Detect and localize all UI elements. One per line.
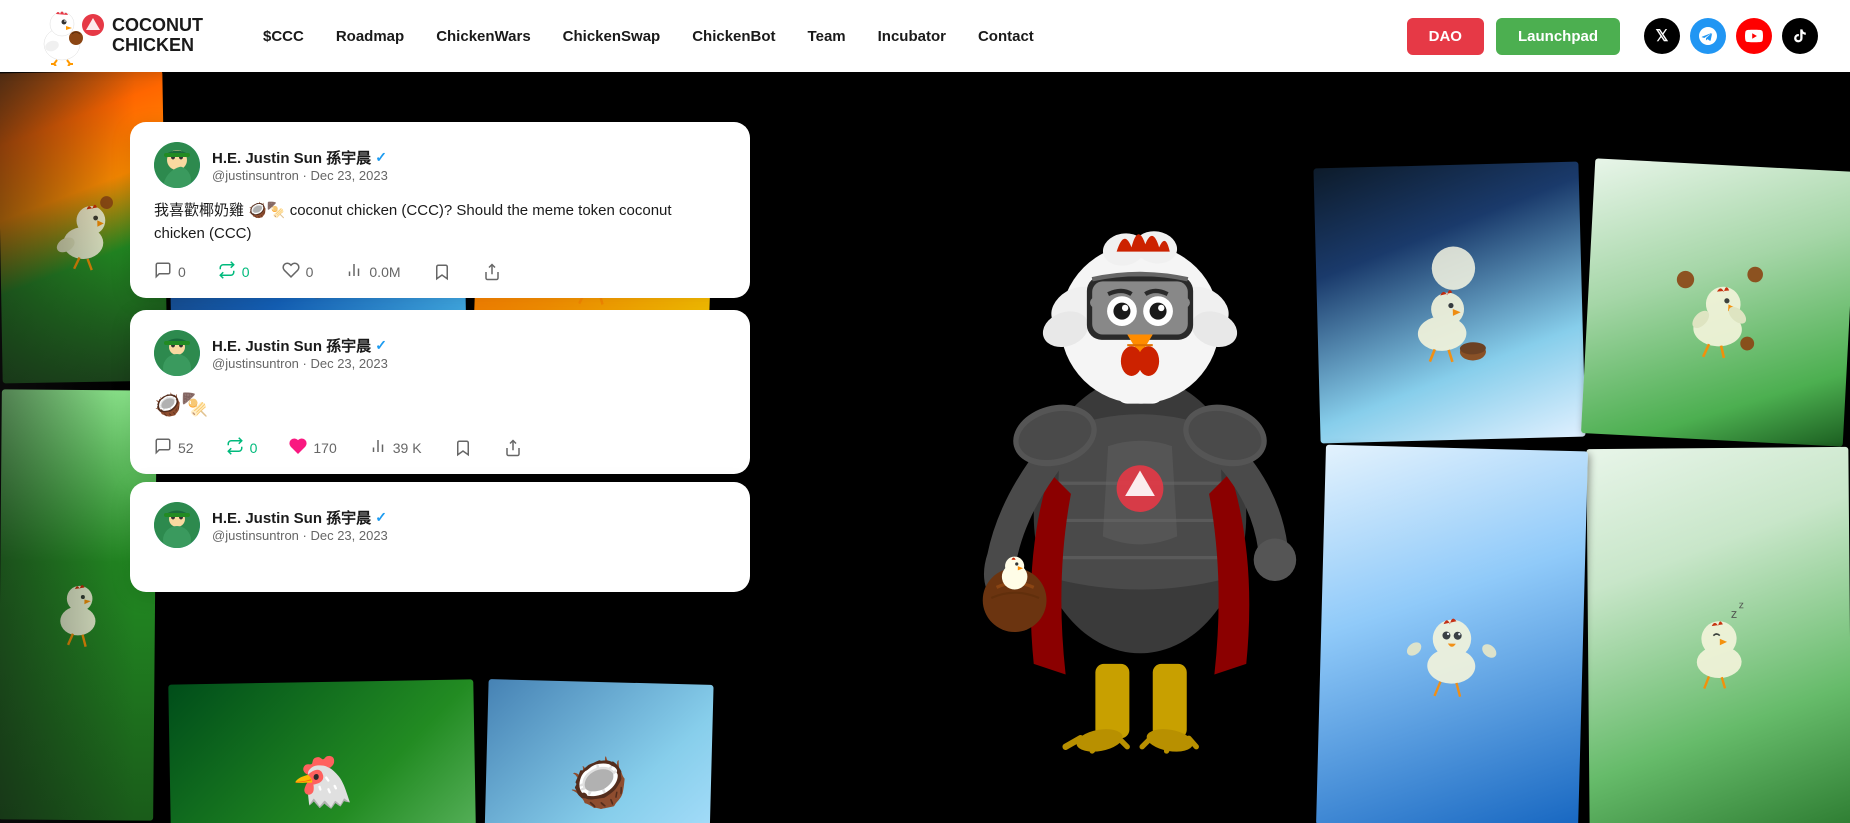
tweet-content-2: 🥥🍢	[154, 388, 726, 421]
bookmark-icon-1	[433, 263, 451, 281]
tweet-action-retweet-1[interactable]: 0	[218, 261, 250, 282]
verified-badge-2: ✓	[375, 337, 387, 354]
navbar: COCONUT CHICKEN $CCC Roadmap ChickenWars…	[0, 0, 1850, 72]
tweet-avatar-3	[154, 502, 200, 548]
tiktok-icon[interactable]	[1782, 18, 1818, 54]
verified-badge-1: ✓	[375, 149, 387, 166]
share-icon-2	[504, 439, 522, 457]
bg-photo-right1	[1313, 162, 1585, 444]
tweet-action-comment-1[interactable]: 0	[154, 261, 186, 282]
bg-photo-mid-bottom1: 🐔	[168, 679, 476, 823]
svg-text:z: z	[1739, 600, 1744, 611]
tweet-action-bookmark-2[interactable]	[454, 439, 472, 457]
nav-chickenswap[interactable]: ChickenSwap	[563, 28, 661, 45]
tweet-name-2: H.E. Justin Sun 孫宇晨 ✓	[212, 335, 726, 356]
heart-icon-2	[289, 437, 307, 458]
tweet-action-like-2[interactable]: 170	[289, 437, 336, 458]
tweet-action-comment-2[interactable]: 52	[154, 437, 194, 458]
nav-incubator[interactable]: Incubator	[878, 28, 946, 45]
tweet-content-1: 我喜歡椰奶雞 🥥🍢 coconut chicken (CCC)? Should …	[154, 200, 726, 245]
share-icon-1	[483, 263, 501, 281]
nav-links: $CCC Roadmap ChickenWars ChickenSwap Chi…	[263, 28, 1407, 45]
heart-icon-1	[282, 261, 300, 282]
bg-photo-right3: z z	[1586, 447, 1850, 823]
tweet-header-1: H.E. Justin Sun 孫宇晨 ✓ @justinsuntron · D…	[154, 142, 726, 188]
comment-icon-2	[154, 437, 172, 458]
tweet-action-retweet-2[interactable]: 0	[226, 437, 258, 458]
nav-roadmap[interactable]: Roadmap	[336, 28, 404, 45]
tweet-action-views-2[interactable]: 39 K	[369, 437, 422, 458]
nav-team[interactable]: Team	[808, 28, 846, 45]
twitter-x-icon[interactable]: 𝕏	[1644, 18, 1680, 54]
nav-buttons: DAO Launchpad 𝕏	[1407, 18, 1818, 55]
retweet-icon-2	[226, 437, 244, 458]
nav-chickenwars[interactable]: ChickenWars	[436, 28, 530, 45]
tweet-actions-1: 0 0 0 0.0M	[154, 261, 726, 282]
tweet-meta-1: @justinsuntron · Dec 23, 2023	[212, 168, 726, 183]
tweet-name-3: H.E. Justin Sun 孫宇晨 ✓	[212, 507, 726, 528]
social-icons: 𝕏	[1644, 18, 1818, 54]
views-icon-2	[369, 437, 387, 458]
nav-contact[interactable]: Contact	[978, 28, 1034, 45]
bookmark-icon-2	[454, 439, 472, 457]
mascot-svg	[970, 152, 1310, 772]
tweet-meta-2: @justinsuntron · Dec 23, 2023	[212, 356, 726, 371]
tweet-avatar-1	[154, 142, 200, 188]
dao-button[interactable]: DAO	[1407, 18, 1484, 55]
youtube-icon[interactable]	[1736, 18, 1772, 54]
tweet-action-share-1[interactable]	[483, 263, 501, 281]
tweet-header-3: H.E. Justin Sun 孫宇晨 ✓ @justinsuntron · D…	[154, 502, 726, 548]
hero-section: 🐔 🥥	[0, 72, 1850, 823]
tweet-action-like-1[interactable]: 0	[282, 261, 314, 282]
verified-badge-3: ✓	[375, 509, 387, 526]
logo[interactable]: COCONUT CHICKEN	[32, 6, 203, 66]
retweet-icon-1	[218, 261, 236, 282]
center-mascot	[950, 122, 1330, 802]
tweet-card-3: H.E. Justin Sun 孫宇晨 ✓ @justinsuntron · D…	[130, 482, 750, 592]
tweet-header-2: H.E. Justin Sun 孫宇晨 ✓ @justinsuntron · D…	[154, 330, 726, 376]
tweet-action-bookmark-1[interactable]	[433, 263, 451, 281]
tweet-container: H.E. Justin Sun 孫宇晨 ✓ @justinsuntron · D…	[130, 122, 750, 600]
tweet-actions-2: 52 0 170 39	[154, 437, 726, 458]
tweet-avatar-2	[154, 330, 200, 376]
comment-icon-1	[154, 261, 172, 282]
nav-chickenbot[interactable]: ChickenBot	[692, 28, 775, 45]
tweet-card-1: H.E. Justin Sun 孫宇晨 ✓ @justinsuntron · D…	[130, 122, 750, 298]
telegram-icon[interactable]	[1690, 18, 1726, 54]
launchpad-button[interactable]: Launchpad	[1496, 18, 1620, 55]
bg-photo-mid-bottom2: 🥥	[483, 679, 713, 823]
tweet-user-info-1: H.E. Justin Sun 孫宇晨 ✓ @justinsuntron · D…	[212, 147, 726, 183]
tweet-name-1: H.E. Justin Sun 孫宇晨 ✓	[212, 147, 726, 168]
tweet-user-info-3: H.E. Justin Sun 孫宇晨 ✓ @justinsuntron · D…	[212, 507, 726, 543]
nav-ccc[interactable]: $CCC	[263, 28, 304, 45]
tron-icon	[82, 14, 104, 36]
tweet-action-views-1[interactable]: 0.0M	[345, 261, 400, 282]
tweet-user-info-2: H.E. Justin Sun 孫宇晨 ✓ @justinsuntron · D…	[212, 335, 726, 371]
bg-photo-right4	[1316, 445, 1588, 823]
views-icon-1	[345, 261, 363, 282]
logo-text: COCONUT CHICKEN	[112, 16, 203, 56]
bg-photo-right2	[1581, 158, 1850, 446]
tweet-meta-3: @justinsuntron · Dec 23, 2023	[212, 528, 726, 543]
svg-text:z: z	[1731, 606, 1738, 621]
tweet-action-share-2[interactable]	[504, 439, 522, 457]
tweet-card-2: H.E. Justin Sun 孫宇晨 ✓ @justinsuntron · D…	[130, 310, 750, 474]
